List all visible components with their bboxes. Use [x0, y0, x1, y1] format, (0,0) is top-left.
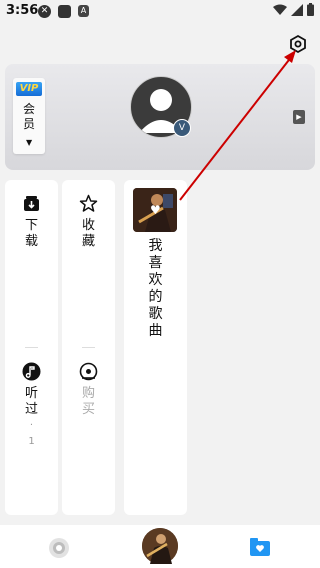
a-notification-icon: A: [78, 5, 89, 17]
vip-label: 会员: [13, 102, 45, 132]
profile-card: VIP 会员 ▼ V ▶: [5, 64, 315, 170]
listened-count: · 1: [28, 420, 35, 447]
vip-badge: VIP: [16, 82, 42, 96]
disc-purchase-icon[interactable]: [79, 362, 98, 381]
app-notification-icon: [58, 5, 71, 18]
music-note-icon[interactable]: [22, 362, 41, 381]
download-icon[interactable]: [22, 194, 41, 213]
battery-icon: [307, 3, 314, 16]
status-time: 3:56: [6, 3, 39, 18]
divider: [82, 347, 95, 348]
favorite-label[interactable]: 收藏: [62, 218, 115, 250]
vip-membership-card[interactable]: VIP 会员 ▼: [13, 78, 45, 154]
listened-label[interactable]: 听过: [5, 386, 58, 418]
chevron-down-icon: ▼: [26, 138, 33, 147]
heart-icon: ♥: [150, 203, 161, 217]
download-label[interactable]: 下载: [5, 218, 58, 250]
divider: [25, 347, 38, 348]
play-icon[interactable]: ▶: [293, 110, 305, 124]
now-playing-avatar[interactable]: [142, 528, 178, 564]
my-favorite-songs-label: 我喜欢的歌曲: [148, 238, 163, 339]
wifi-icon: [273, 4, 287, 15]
close-notification-icon: ✕: [38, 5, 51, 18]
vip-label-text: 会员: [22, 102, 35, 131]
download-listened-tile: 下载 听过 · 1: [5, 180, 58, 515]
verified-v-badge: V: [173, 119, 191, 137]
settings-hexagon-icon[interactable]: [288, 34, 308, 54]
status-bar: 3:56 ✕ A: [0, 0, 320, 24]
discover-disc-icon[interactable]: [48, 537, 70, 559]
bottom-navigation: [0, 525, 320, 568]
my-music-folder-icon[interactable]: [250, 538, 270, 556]
star-icon[interactable]: [79, 194, 98, 213]
guitar-player-image: [142, 528, 178, 564]
my-favorite-songs-tile[interactable]: ♥ 我喜欢的歌曲: [124, 180, 187, 515]
signal-icon: [291, 3, 303, 16]
purchased-label[interactable]: 购买: [62, 386, 115, 418]
favorite-songs-cover-image: ♥: [133, 188, 177, 232]
favorite-purchased-tile: 收藏 购买: [62, 180, 115, 515]
